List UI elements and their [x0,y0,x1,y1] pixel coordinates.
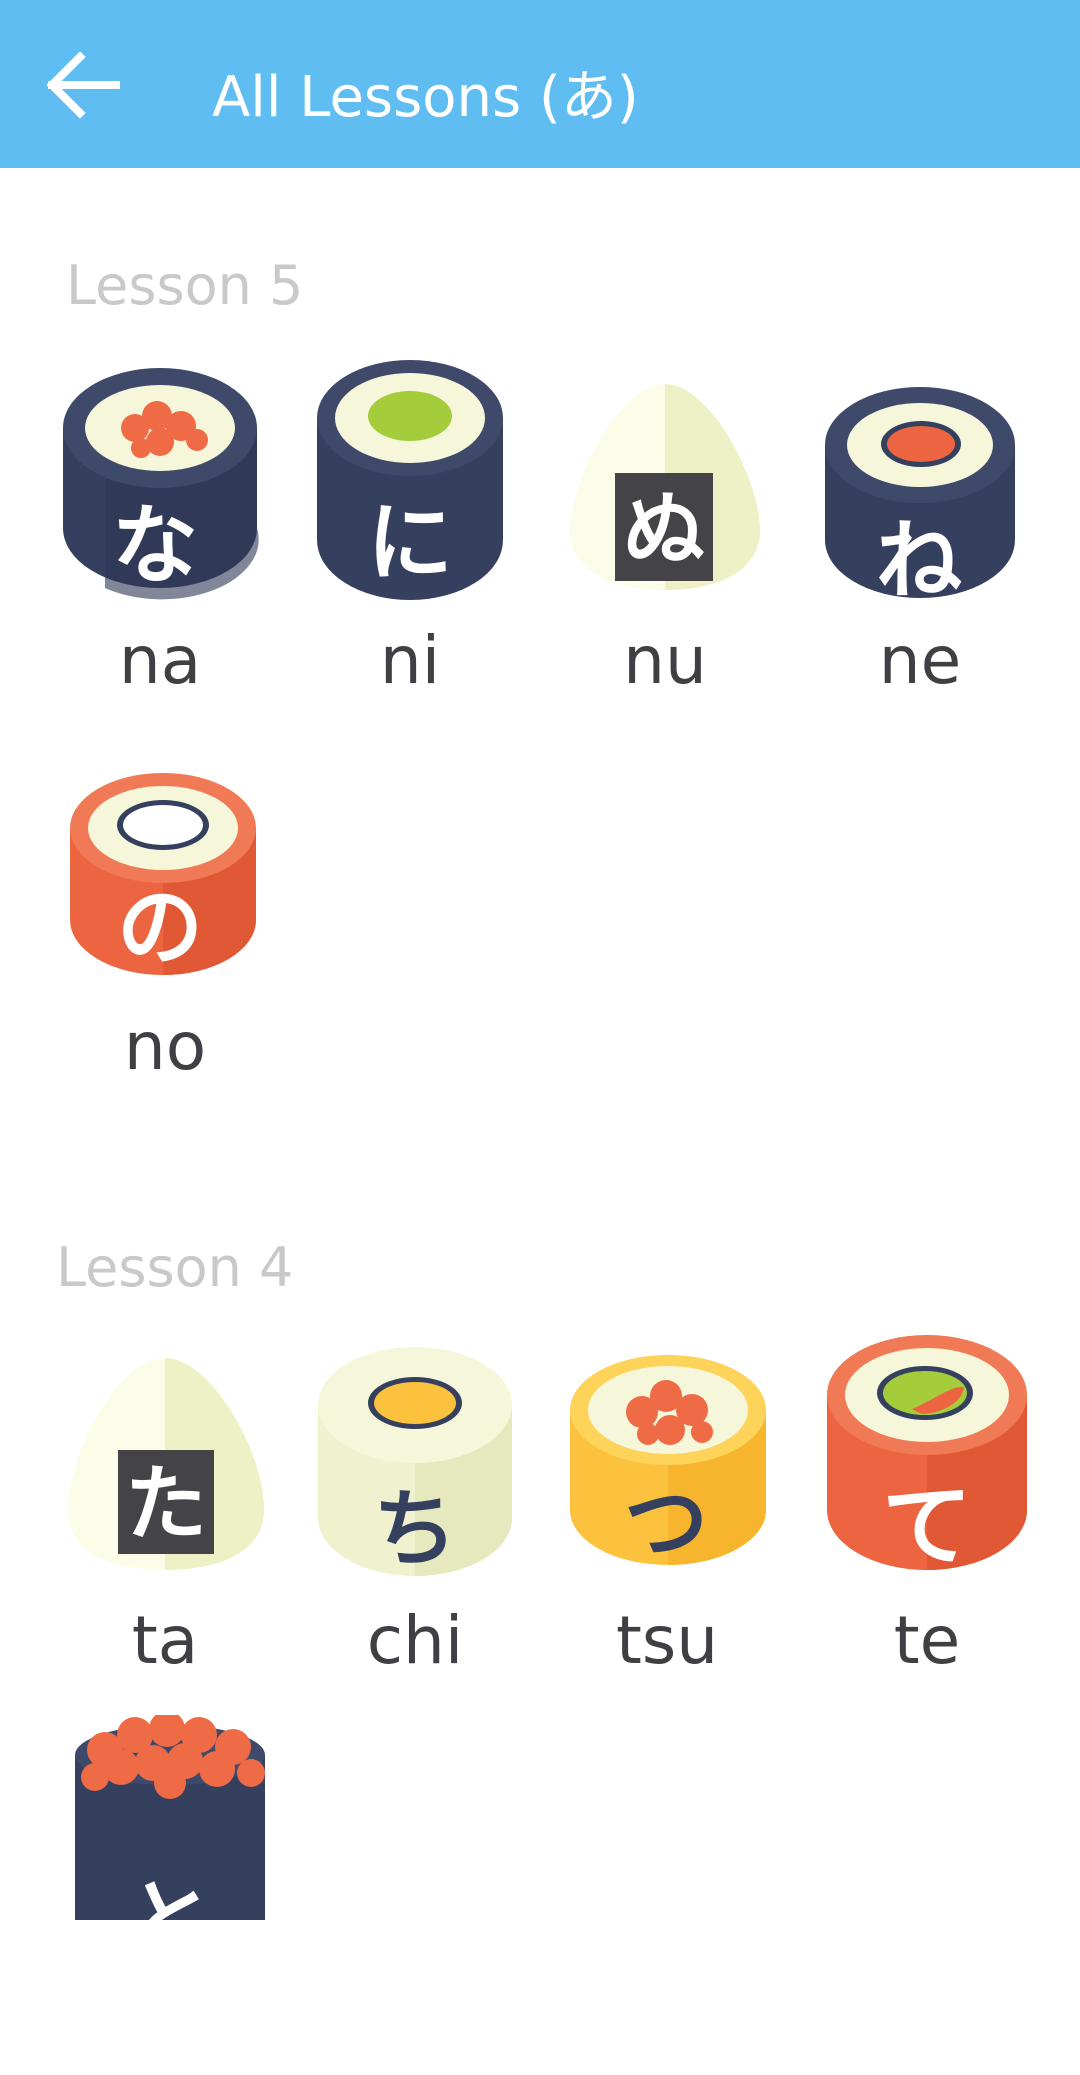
romaji-label: ni [379,622,441,699]
kana-tile-nu[interactable]: ぬ nu [550,360,780,720]
lesson-4-title: Lesson 4 [56,1236,294,1299]
kana-tile-tsu[interactable]: つ tsu [552,1340,782,1700]
kana-tile-ni[interactable]: に ni [295,360,525,720]
rice-roll-egg-icon: ち [318,1347,512,1578]
page-title: All Lessons (あ) [212,65,639,130]
kana-tile-to[interactable]: と [55,1715,285,2075]
kana-tile-ta[interactable]: た ta [50,1340,280,1700]
onigiri-icon: た [68,1358,264,1570]
svg-text:ち: ち [373,1480,457,1578]
romaji-label: tsu [615,1602,719,1679]
kana-tile-chi[interactable]: ち chi [300,1340,530,1700]
arrow-left-icon [46,51,120,119]
romaji-label: te [893,1602,961,1679]
gunkan-roe-icon: と [75,1715,265,1920]
romaji-label: nu [623,622,707,699]
svg-text:の: の [117,878,203,978]
salmon-roll-icon: の [70,773,256,978]
salmon-roll-avocado-icon: て [827,1335,1027,1579]
nori-roll-cucumber-icon: に [317,360,503,600]
kana-tile-no[interactable]: の no [50,750,280,1110]
svg-text:と: と [127,1871,213,1920]
svg-text:ね: ね [876,511,962,610]
romaji-label: ta [131,1602,199,1679]
kana-glyph: な [112,496,198,596]
svg-text:つ: つ [624,1474,708,1572]
app-bar: All Lessons (あ) [0,0,1080,168]
svg-text:に: に [367,493,453,593]
romaji-label: na [118,622,202,699]
back-button[interactable] [40,40,130,130]
romaji-label: ne [878,622,962,699]
romaji-label: chi [366,1602,464,1679]
romaji-label: no [123,1008,207,1085]
kana-tile-na[interactable]: な na [45,360,275,720]
onigiri-icon: ぬ [570,384,760,590]
kana-tile-ne[interactable]: ね ne [805,360,1035,720]
tamago-roll-roe-icon: つ [570,1355,766,1572]
nori-roll-salmon-roe-icon: な [63,368,259,600]
svg-text:ぬ: ぬ [623,483,705,578]
svg-text:て: て [882,1474,972,1579]
lesson-5-title: Lesson 5 [66,254,304,317]
svg-text:た: た [125,1457,207,1552]
nori-roll-tuna-icon: ね [825,387,1015,610]
kana-tile-te[interactable]: て te [812,1325,1042,1685]
